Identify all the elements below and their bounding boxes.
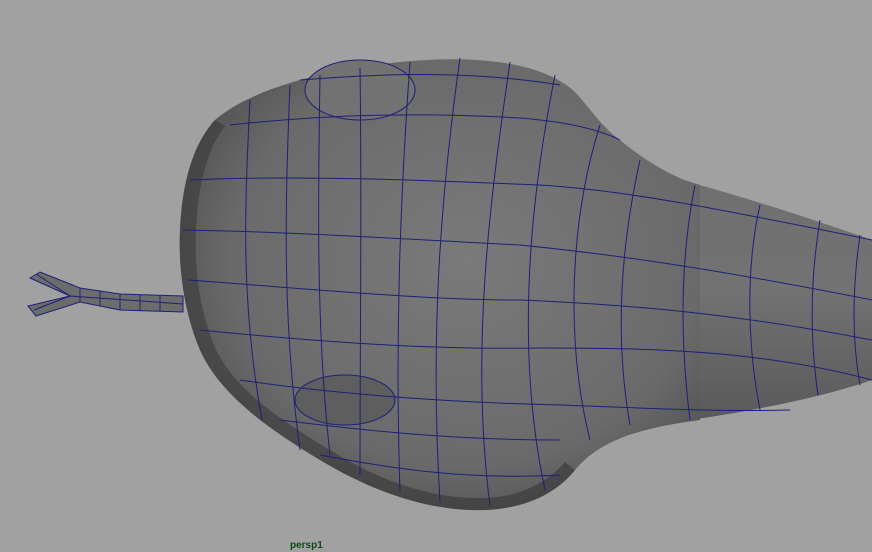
viewport-canvas[interactable] <box>0 0 872 552</box>
antenna-mesh[interactable] <box>27 271 184 317</box>
3d-viewport[interactable]: persp1 <box>0 0 872 552</box>
camera-name-label: persp1 <box>290 540 323 551</box>
